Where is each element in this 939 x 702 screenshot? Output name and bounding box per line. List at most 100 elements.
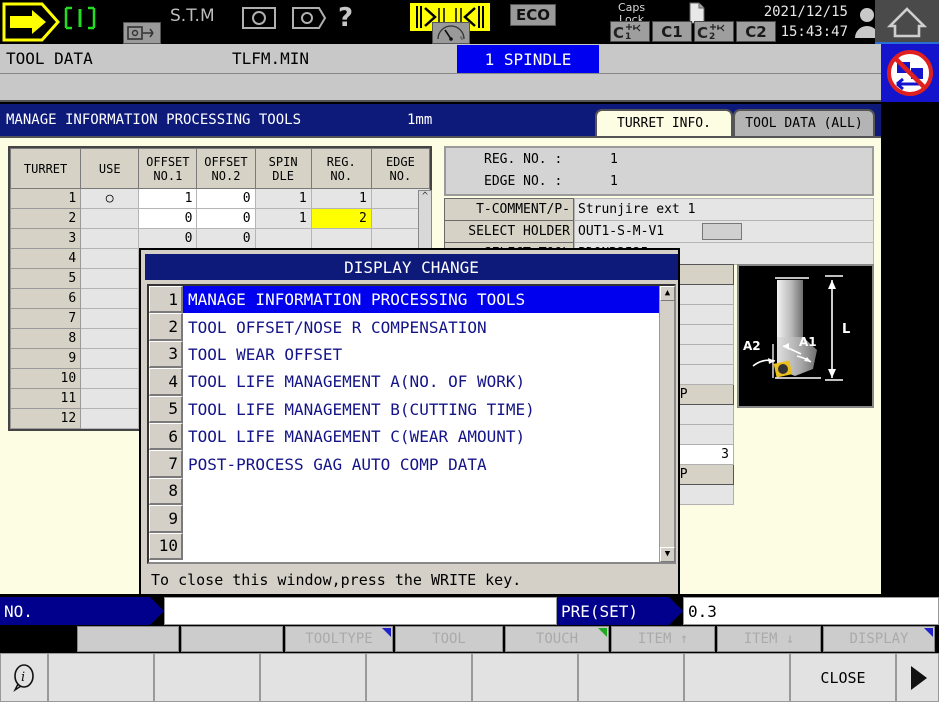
menukey-4[interactable] [260, 653, 366, 702]
cell-spindle[interactable]: 1 [255, 189, 311, 209]
status-no-input[interactable] [164, 597, 557, 625]
cell-use[interactable] [81, 289, 139, 309]
softkey-item-down[interactable]: ITEM ↓ [717, 626, 821, 652]
cell-use[interactable]: ○ [81, 189, 139, 209]
no-cut-icon [881, 44, 939, 102]
dialog-scrollbar[interactable]: ▲ ▼ [659, 286, 674, 562]
screen-title-bar: TOOL DATA TLFM.MIN 1 SPINDLE [0, 44, 881, 74]
reg-edge-box: REG. NO. : 1 EDGE NO. : 1 [444, 146, 874, 196]
spindle-load-icon[interactable] [123, 22, 161, 44]
cell-use[interactable] [81, 309, 139, 329]
cell-use[interactable] [81, 209, 139, 229]
status-preset-input[interactable]: 0.3 [683, 597, 939, 625]
cell-offset-1[interactable]: 1 [139, 189, 197, 209]
cell-offset-1[interactable]: 0 [139, 209, 197, 229]
cell-turret[interactable]: 2 [11, 209, 81, 229]
softkey-tool[interactable]: TOOL [395, 626, 503, 652]
home-icon[interactable] [875, 0, 939, 44]
cell-turret[interactable]: 3 [11, 229, 81, 249]
cell-use[interactable] [81, 409, 139, 429]
cell-spindle[interactable]: 1 [255, 209, 311, 229]
table-row[interactable]: 1○10111 [11, 189, 430, 209]
menukey-2[interactable] [48, 653, 154, 702]
menukey-5[interactable] [366, 653, 472, 702]
cell-use[interactable] [81, 389, 139, 409]
softkey-1[interactable] [77, 626, 179, 652]
message-bar [0, 74, 881, 102]
tab-turret-info[interactable]: TURRET INFO. [595, 109, 733, 136]
cell-turret[interactable]: 7 [11, 309, 81, 329]
dialog-list-item[interactable]: 9 [149, 505, 659, 532]
cell-turret[interactable]: 12 [11, 409, 81, 429]
menukey-close[interactable]: CLOSE [790, 653, 896, 702]
c1-button[interactable]: C1 [652, 21, 692, 42]
table-row[interactable]: 3 00 [11, 229, 430, 249]
cell-turret[interactable]: 5 [11, 269, 81, 289]
softkey-touch[interactable]: TOUCH [505, 626, 609, 652]
feed-override-gauge-icon[interactable]: % [432, 22, 470, 44]
green-crosshair-icon [284, 3, 330, 35]
softkey-tooltype[interactable]: TOOLTYPE [285, 626, 393, 652]
dialog-item-list[interactable]: 1MANAGE INFORMATION PROCESSING TOOLS2TOO… [147, 284, 676, 564]
scroll-down-arrow-icon[interactable]: ▼ [660, 547, 675, 562]
dialog-list-item[interactable]: 2TOOL OFFSET/NOSE R COMPENSATION [149, 313, 659, 340]
svg-text:A1: A1 [799, 335, 817, 349]
cell-use[interactable] [81, 249, 139, 269]
softkey-item-up[interactable]: ITEM ↑ [611, 626, 715, 652]
dialog-list-item[interactable]: 10 [149, 533, 659, 560]
yellow-right-arrow-icon[interactable] [2, 2, 60, 42]
cell-offset-2[interactable]: 0 [197, 189, 255, 209]
c1-zero-return-button[interactable]: C 1 [610, 21, 650, 42]
cell-offset-2[interactable]: 0 [197, 229, 255, 249]
dialog-list-item[interactable]: 8 [149, 478, 659, 505]
cell-use[interactable] [81, 369, 139, 389]
select-holder-browse-button[interactable] [702, 223, 742, 240]
dialog-list-item[interactable]: 1MANAGE INFORMATION PROCESSING TOOLS [149, 286, 659, 313]
dialog-item-label: TOOL LIFE MANAGEMENT B(CUTTING TIME) [183, 396, 659, 423]
softkey-display[interactable]: DISPLAY [823, 626, 935, 652]
dialog-list-item[interactable]: 7POST-PROCESS GAG AUTO COMP DATA [149, 450, 659, 477]
c2-zero-return-button[interactable]: C 2 [694, 21, 734, 42]
svg-text:%: % [460, 36, 463, 42]
dialog-list-item[interactable]: 3TOOL WEAR OFFSET [149, 341, 659, 368]
menukey-6[interactable] [472, 653, 578, 702]
cell-offset-1[interactable]: 0 [139, 229, 197, 249]
table-row[interactable]: 200121 [11, 209, 430, 229]
cell-turret[interactable]: 8 [11, 329, 81, 349]
cell-turret[interactable]: 4 [11, 249, 81, 269]
cell-reg-no[interactable]: 1 [311, 189, 371, 209]
tab-tool-data-all[interactable]: TOOL DATA (ALL) [733, 109, 875, 136]
question-mark-icon[interactable]: ? [338, 3, 353, 33]
cell-turret[interactable]: 10 [11, 369, 81, 389]
field-select-holder[interactable]: SELECT HOLDER OUT1-S-M-V1 [444, 220, 874, 243]
cell-use[interactable] [81, 349, 139, 369]
field-t-comment-value[interactable]: Strunjire ext 1 [574, 198, 874, 221]
field-t-comment[interactable]: T-COMMENT/P-KIND Strunjire ext 1 [444, 198, 874, 221]
cell-turret[interactable]: 6 [11, 289, 81, 309]
dialog-item-number: 9 [149, 505, 183, 532]
cell-offset-2[interactable]: 0 [197, 209, 255, 229]
svg-text:2: 2 [709, 32, 715, 41]
cell-use[interactable] [81, 329, 139, 349]
cell-use[interactable] [81, 269, 139, 289]
cell-reg-no[interactable]: 2 [311, 209, 371, 229]
cell-reg-no[interactable] [311, 229, 371, 249]
cell-turret[interactable]: 9 [11, 349, 81, 369]
scroll-up-arrow-icon[interactable]: ▲ [660, 286, 675, 301]
menukey-7[interactable] [578, 653, 684, 702]
cell-turret[interactable]: 11 [11, 389, 81, 409]
menukey-next-page[interactable] [896, 653, 939, 702]
softkey-2[interactable] [181, 626, 283, 652]
dialog-item-number: 10 [149, 533, 183, 560]
scroll-up-icon[interactable]: ^ [419, 191, 431, 202]
stm-label: S.T.M [170, 6, 215, 26]
menukey-info[interactable]: i [0, 653, 48, 702]
dialog-list-item[interactable]: 5TOOL LIFE MANAGEMENT B(CUTTING TIME) [149, 396, 659, 423]
cell-use[interactable] [81, 229, 139, 249]
dialog-list-item[interactable]: 6TOOL LIFE MANAGEMENT C(WEAR AMOUNT) [149, 423, 659, 450]
menukey-3[interactable] [154, 653, 260, 702]
cell-turret[interactable]: 1 [11, 189, 81, 209]
menukey-8[interactable] [684, 653, 790, 702]
cell-spindle[interactable] [255, 229, 311, 249]
dialog-list-item[interactable]: 4TOOL LIFE MANAGEMENT A(NO. OF WORK) [149, 368, 659, 395]
